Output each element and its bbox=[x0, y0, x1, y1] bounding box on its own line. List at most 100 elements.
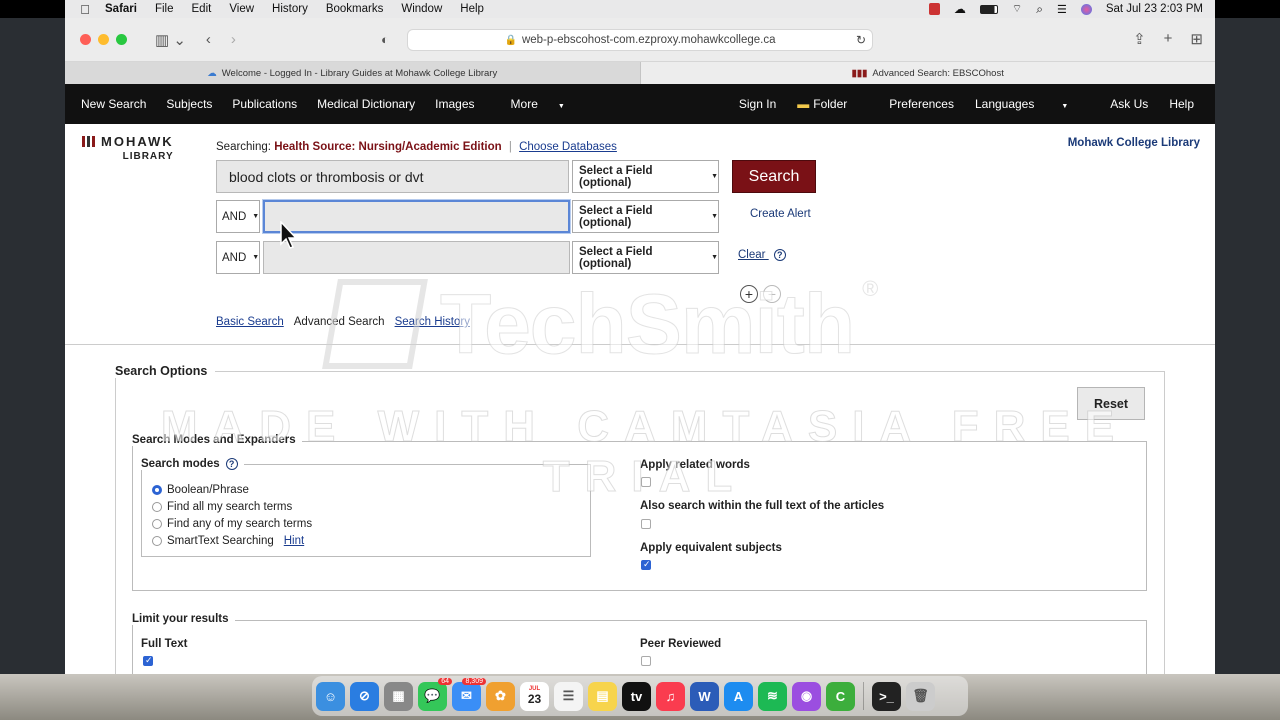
menu-bar-clock[interactable]: Sat Jul 23 2:03 PM bbox=[1106, 3, 1203, 15]
mohawk-college-library-link[interactable]: Mohawk College Library bbox=[1068, 137, 1200, 149]
choose-databases-link[interactable]: Choose Databases bbox=[519, 141, 617, 153]
dock-word-icon[interactable]: W bbox=[690, 681, 719, 711]
menu-history[interactable]: History bbox=[272, 3, 308, 15]
new-tab-icon[interactable]: + bbox=[1164, 30, 1173, 48]
tab-advanced-search[interactable]: ▮▮▮ Advanced Search: EBSCOhost bbox=[640, 62, 1215, 84]
menu-bookmarks[interactable]: Bookmarks bbox=[326, 3, 384, 15]
tab-library-guides[interactable]: ☁ Welcome - Logged In - Library Guides a… bbox=[65, 62, 641, 84]
forward-icon[interactable]: › bbox=[231, 31, 236, 48]
menu-view[interactable]: View bbox=[229, 3, 254, 15]
dock-camtasia-icon[interactable]: C bbox=[826, 681, 855, 711]
menu-app-safari[interactable]: Safari bbox=[105, 3, 137, 15]
dock-music-icon[interactable]: ♫ bbox=[656, 681, 685, 711]
peer-reviewed-label: Peer Reviewed bbox=[640, 638, 722, 650]
close-window-button[interactable] bbox=[80, 34, 91, 45]
dock-notes-icon[interactable]: ▤ bbox=[588, 681, 617, 711]
tab-title: Welcome - Logged In - Library Guides at … bbox=[221, 67, 498, 79]
address-bar[interactable]: 🔒 web-p-ebscohost-com.ezproxy.mohawkcoll… bbox=[407, 29, 873, 51]
dock-podcasts-icon[interactable]: ◉ bbox=[792, 681, 821, 711]
field-select-label: Select a Field (optional) bbox=[579, 245, 653, 270]
menu-help[interactable]: Help bbox=[460, 3, 484, 15]
dock-reminders-icon[interactable]: ☰ bbox=[554, 681, 583, 711]
field-select-row-2[interactable]: Select a Field (optional) ▼ bbox=[572, 200, 719, 233]
peer-reviewed-checkbox[interactable] bbox=[641, 656, 651, 666]
radio[interactable] bbox=[152, 518, 162, 529]
spotlight-search-icon[interactable]: ⌕ bbox=[1036, 2, 1043, 17]
nav-more[interactable]: More ▼ bbox=[495, 97, 569, 111]
dock-messages-icon[interactable]: 💬 64 bbox=[418, 677, 452, 711]
dock-terminal-icon[interactable]: >_ bbox=[872, 681, 901, 711]
nav-languages[interactable]: Languages ▼ bbox=[975, 97, 1089, 111]
clear-link[interactable]: Clear ? bbox=[738, 249, 786, 261]
nav-medical-dictionary[interactable]: Medical Dictionary bbox=[317, 97, 415, 111]
privacy-shield-icon[interactable]: ◐ bbox=[381, 32, 389, 47]
search-input-row-1[interactable]: blood clots or thrombosis or dvt bbox=[216, 160, 569, 193]
create-alert-link[interactable]: Create Alert bbox=[750, 208, 811, 220]
caret-down-icon: ▼ bbox=[252, 213, 260, 220]
boolean-operator-row-3[interactable]: AND ▼ bbox=[216, 241, 260, 274]
dock-spotify-icon[interactable]: ≋ bbox=[758, 681, 787, 711]
dock-app-store-icon[interactable]: A bbox=[724, 681, 753, 711]
wifi-icon[interactable]: ⌔ bbox=[1012, 2, 1022, 16]
search-input-row-2[interactable] bbox=[263, 200, 570, 233]
dock-photos-icon[interactable]: ✿ bbox=[486, 681, 515, 711]
search-input-row-3[interactable] bbox=[263, 241, 570, 274]
tab-overview-icon[interactable]: ⊞ bbox=[1190, 30, 1203, 48]
sidebar-toggle-icon[interactable]: ▥ ⌄ bbox=[155, 31, 186, 49]
desktop-background-right bbox=[1215, 18, 1280, 720]
dock-apple-tv-icon[interactable]: tv bbox=[622, 681, 651, 711]
nav-ask-us[interactable]: Ask Us bbox=[1110, 97, 1148, 111]
radio[interactable] bbox=[152, 501, 162, 512]
battery-icon[interactable] bbox=[979, 4, 998, 14]
siri-icon[interactable] bbox=[1080, 3, 1092, 15]
separator: | bbox=[508, 141, 512, 153]
mohawk-library-logo[interactable]: MOHAWK LIBRARY bbox=[82, 134, 174, 162]
apple-menu-icon[interactable]:  bbox=[65, 2, 105, 17]
dock-trash-icon[interactable]: 🗑 bbox=[906, 681, 935, 711]
full-text-search-checkbox[interactable] bbox=[641, 519, 651, 529]
menu-window[interactable]: Window bbox=[401, 3, 442, 15]
equivalent-subjects-checkbox[interactable] bbox=[641, 559, 651, 570]
back-icon[interactable]: ‹ bbox=[206, 31, 211, 48]
menu-file[interactable]: File bbox=[155, 3, 174, 15]
hint-link[interactable]: Hint bbox=[284, 535, 304, 547]
dock-safari-icon[interactable]: ⊘ bbox=[350, 681, 379, 711]
mode-label: SmartText Searching bbox=[167, 534, 274, 547]
share-icon[interactable]: ⇪ bbox=[1133, 30, 1146, 48]
mode-find-any[interactable]: Find any of my search terms bbox=[152, 515, 312, 532]
nav-languages-label: Languages bbox=[974, 97, 1035, 111]
dock-launchpad-icon[interactable]: ▦ bbox=[384, 681, 413, 711]
field-select-row-3[interactable]: Select a Field (optional) ▼ bbox=[572, 241, 719, 274]
reload-icon[interactable]: ↻ bbox=[856, 33, 866, 47]
dock-finder-icon[interactable]: ☺ bbox=[316, 681, 345, 711]
nav-subjects[interactable]: Subjects bbox=[166, 97, 212, 111]
desktop-background-left bbox=[0, 18, 65, 720]
boolean-operator-row-2[interactable]: AND ▼ bbox=[216, 200, 260, 233]
control-center-icon[interactable]: ☰ bbox=[1057, 3, 1067, 16]
minimize-window-button[interactable] bbox=[98, 34, 109, 45]
basic-search-link[interactable]: Basic Search bbox=[216, 316, 284, 328]
dock-separator bbox=[863, 682, 864, 710]
screen-recorder-icon[interactable] bbox=[928, 3, 940, 15]
nav-folder[interactable]: ▬ Folder bbox=[797, 97, 868, 111]
nav-images[interactable]: Images bbox=[435, 97, 474, 111]
nav-sign-in[interactable]: Sign In bbox=[739, 97, 776, 111]
help-icon[interactable]: ? bbox=[773, 249, 786, 261]
nav-new-search[interactable]: New Search bbox=[81, 97, 146, 111]
creative-cloud-icon[interactable]: ☁ bbox=[954, 2, 966, 16]
full-text-checkbox[interactable] bbox=[143, 655, 153, 666]
searching-label: Searching: bbox=[216, 141, 271, 153]
nav-help[interactable]: Help bbox=[1169, 97, 1194, 111]
caret-down-icon: ▼ bbox=[711, 213, 718, 220]
field-select-label: Select a Field (optional) bbox=[579, 164, 653, 189]
menu-edit[interactable]: Edit bbox=[192, 3, 212, 15]
field-select-row-1[interactable]: Select a Field (optional) ▼ bbox=[572, 160, 719, 193]
nav-preferences[interactable]: Preferences bbox=[889, 97, 954, 111]
mode-smarttext[interactable]: SmartText Searching Hint bbox=[152, 532, 312, 549]
dock-calendar-icon[interactable]: JUL 23 bbox=[520, 681, 549, 711]
nav-publications[interactable]: Publications bbox=[232, 97, 297, 111]
dock-mail-icon[interactable]: ✉ 8,309 bbox=[452, 677, 486, 711]
radio[interactable] bbox=[152, 535, 162, 546]
search-button[interactable]: Search bbox=[732, 160, 816, 193]
zoom-window-button[interactable] bbox=[116, 34, 127, 45]
